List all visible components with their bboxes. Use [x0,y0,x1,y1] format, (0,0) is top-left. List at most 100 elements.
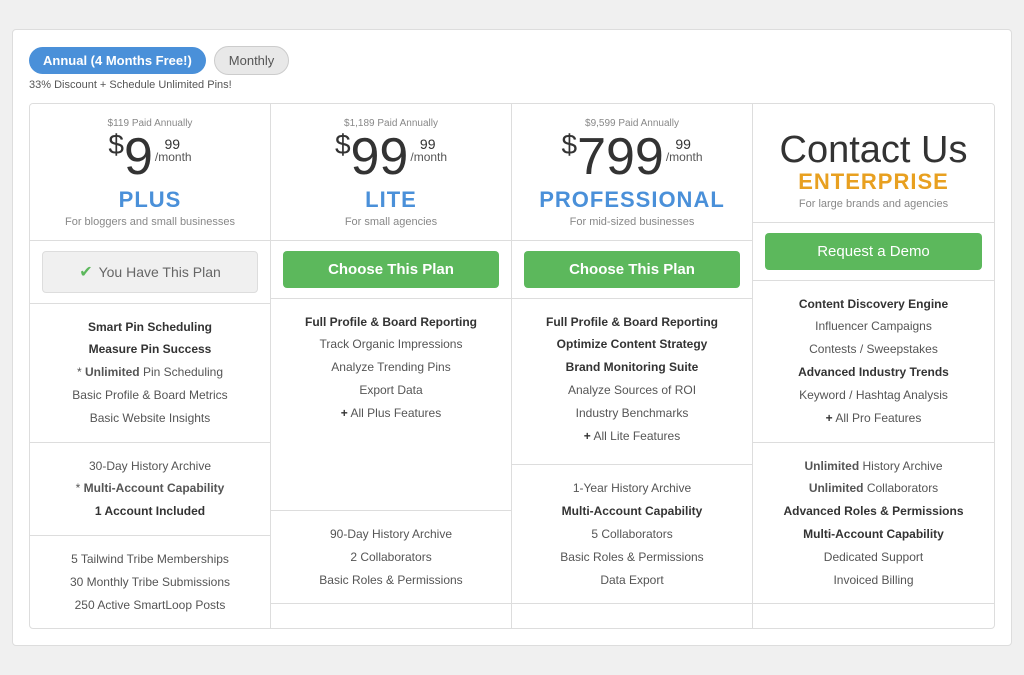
enterprise-features: Content Discovery Engine Influencer Camp… [753,281,994,443]
feature-item: 30 Monthly Tribe Submissions [42,571,258,594]
feature-item: + All Plus Features [283,402,499,425]
feature-item: 5 Collaborators [524,523,740,546]
monthly-button[interactable]: Monthly [214,46,290,75]
plans-grid: $119 Paid Annually $ 9 99 /month PLUS Fo… [29,103,995,630]
feature-item: Basic Profile & Board Metrics [42,384,258,407]
feature-item: Unlimited History Archive [765,455,982,478]
lite-tribes [271,604,511,628]
annual-button[interactable]: Annual (4 Months Free!) [29,47,206,74]
lite-super: 99 [408,137,447,151]
pricing-page: Annual (4 Months Free!) Monthly 33% Disc… [12,29,1012,647]
feature-item: Basic Website Insights [42,407,258,430]
pro-dollar: $ [561,131,577,159]
plus-tagline: For bloggers and small businesses [42,216,258,228]
pro-amount: 799 [577,131,664,183]
plan-professional: $9,599 Paid Annually $ 799 99 /month PRO… [512,104,753,629]
enterprise-tagline: For large brands and agencies [765,198,982,210]
lite-plan-name: LITE [283,187,499,213]
feature-item: Advanced Industry Trends [765,361,982,384]
plan-enterprise: Contact Us ENTERPRISE For large brands a… [753,104,994,629]
enterprise-header: Contact Us ENTERPRISE For large brands a… [753,104,994,223]
plus-dollar: $ [108,131,124,159]
enterprise-contact-title: Contact Us [765,131,982,169]
feature-item: Analyze Sources of ROI [524,379,740,402]
feature-item: Export Data [283,379,499,402]
feature-item: Brand Monitoring Suite [524,356,740,379]
check-icon: ✔ [79,262,92,282]
pro-features: Full Profile & Board Reporting Optimize … [512,299,752,466]
plus-tribes: 5 Tailwind Tribe Memberships 30 Monthly … [30,536,270,628]
feature-item: 30-Day History Archive [42,455,258,478]
feature-item: Basic Roles & Permissions [524,546,740,569]
discount-text: 33% Discount + Schedule Unlimited Pins! [29,79,289,91]
lite-cta[interactable]: Choose This Plan [271,241,511,299]
feature-item: Invoiced Billing [765,569,982,592]
plus-annual-note: $119 Paid Annually [42,118,258,129]
plus-price-row: $ 9 99 /month [42,131,258,183]
feature-item: Unlimited Collaborators [765,477,982,500]
feature-item: * Multi-Account Capability [42,477,258,500]
lite-features: Full Profile & Board Reporting Track Org… [271,299,511,511]
feature-item: Multi-Account Capability [765,523,982,546]
feature-item: Multi-Account Capability [524,500,740,523]
lite-annual-note: $1,189 Paid Annually [283,118,499,129]
lite-header: $1,189 Paid Annually $ 99 99 /month LITE… [271,104,511,241]
pro-cta[interactable]: Choose This Plan [512,241,752,299]
feature-item: Full Profile & Board Reporting [283,311,499,334]
billing-toggle: Annual (4 Months Free!) Monthly 33% Disc… [29,46,995,91]
enterprise-demo-button[interactable]: Request a Demo [765,233,982,270]
feature-item: Dedicated Support [765,546,982,569]
feature-item: Keyword / Hashtag Analysis [765,384,982,407]
enterprise-tribes [753,604,994,628]
feature-item: 1-Year History Archive [524,477,740,500]
plus-amount: 9 [124,131,153,183]
lite-period: /month [410,151,447,163]
feature-item: * Unlimited Pin Scheduling [42,361,258,384]
pro-plan-name: PROFESSIONAL [524,187,740,213]
feature-item: + All Lite Features [524,425,740,448]
plus-has-plan-button: ✔ You Have This Plan [42,251,258,293]
lite-dollar: $ [335,131,351,159]
feature-item: + All Pro Features [765,407,982,430]
feature-item: Optimize Content Strategy [524,333,740,356]
pro-choose-button[interactable]: Choose This Plan [524,251,740,288]
plus-plan-name: PLUS [42,187,258,213]
pro-annual-note: $9,599 Paid Annually [524,118,740,129]
lite-amount: 99 [351,131,409,183]
enterprise-plan-name: ENTERPRISE [765,169,982,195]
feature-item: Full Profile & Board Reporting [524,311,740,334]
pro-header: $9,599 Paid Annually $ 799 99 /month PRO… [512,104,752,241]
lite-tagline: For small agencies [283,216,499,228]
lite-history: 90-Day History Archive 2 Collaborators B… [271,511,511,604]
pro-period: /month [666,151,703,163]
feature-item: Smart Pin Scheduling [42,316,258,339]
feature-item: Data Export [524,569,740,592]
plan-lite: $1,189 Paid Annually $ 99 99 /month LITE… [271,104,512,629]
plus-period: /month [155,151,192,163]
lite-choose-button[interactable]: Choose This Plan [283,251,499,288]
feature-item: Industry Benchmarks [524,402,740,425]
pro-tribes [512,604,752,628]
enterprise-annual-note [765,118,982,129]
feature-item: 1 Account Included [42,500,258,523]
lite-price-row: $ 99 99 /month [283,131,499,183]
feature-item: Track Organic Impressions [283,333,499,356]
pro-price-row: $ 799 99 /month [524,131,740,183]
plus-history: 30-Day History Archive * Multi-Account C… [30,443,270,536]
enterprise-cta[interactable]: Request a Demo [753,223,994,281]
feature-item: Measure Pin Success [42,338,258,361]
feature-item: Content Discovery Engine [765,293,982,316]
plus-cta-label: You Have This Plan [99,264,221,280]
toggle-group: Annual (4 Months Free!) Monthly 33% Disc… [29,46,289,91]
feature-item: Analyze Trending Pins [283,356,499,379]
feature-item: 5 Tailwind Tribe Memberships [42,548,258,571]
plus-features: Smart Pin Scheduling Measure Pin Success… [30,304,270,443]
pro-history: 1-Year History Archive Multi-Account Cap… [512,465,752,604]
feature-item: Contests / Sweepstakes [765,338,982,361]
feature-item: 250 Active SmartLoop Posts [42,594,258,617]
plus-super: 99 [153,137,192,151]
plan-plus: $119 Paid Annually $ 9 99 /month PLUS Fo… [30,104,271,629]
plus-header: $119 Paid Annually $ 9 99 /month PLUS Fo… [30,104,270,241]
feature-item: Advanced Roles & Permissions [765,500,982,523]
pro-super: 99 [664,137,703,151]
